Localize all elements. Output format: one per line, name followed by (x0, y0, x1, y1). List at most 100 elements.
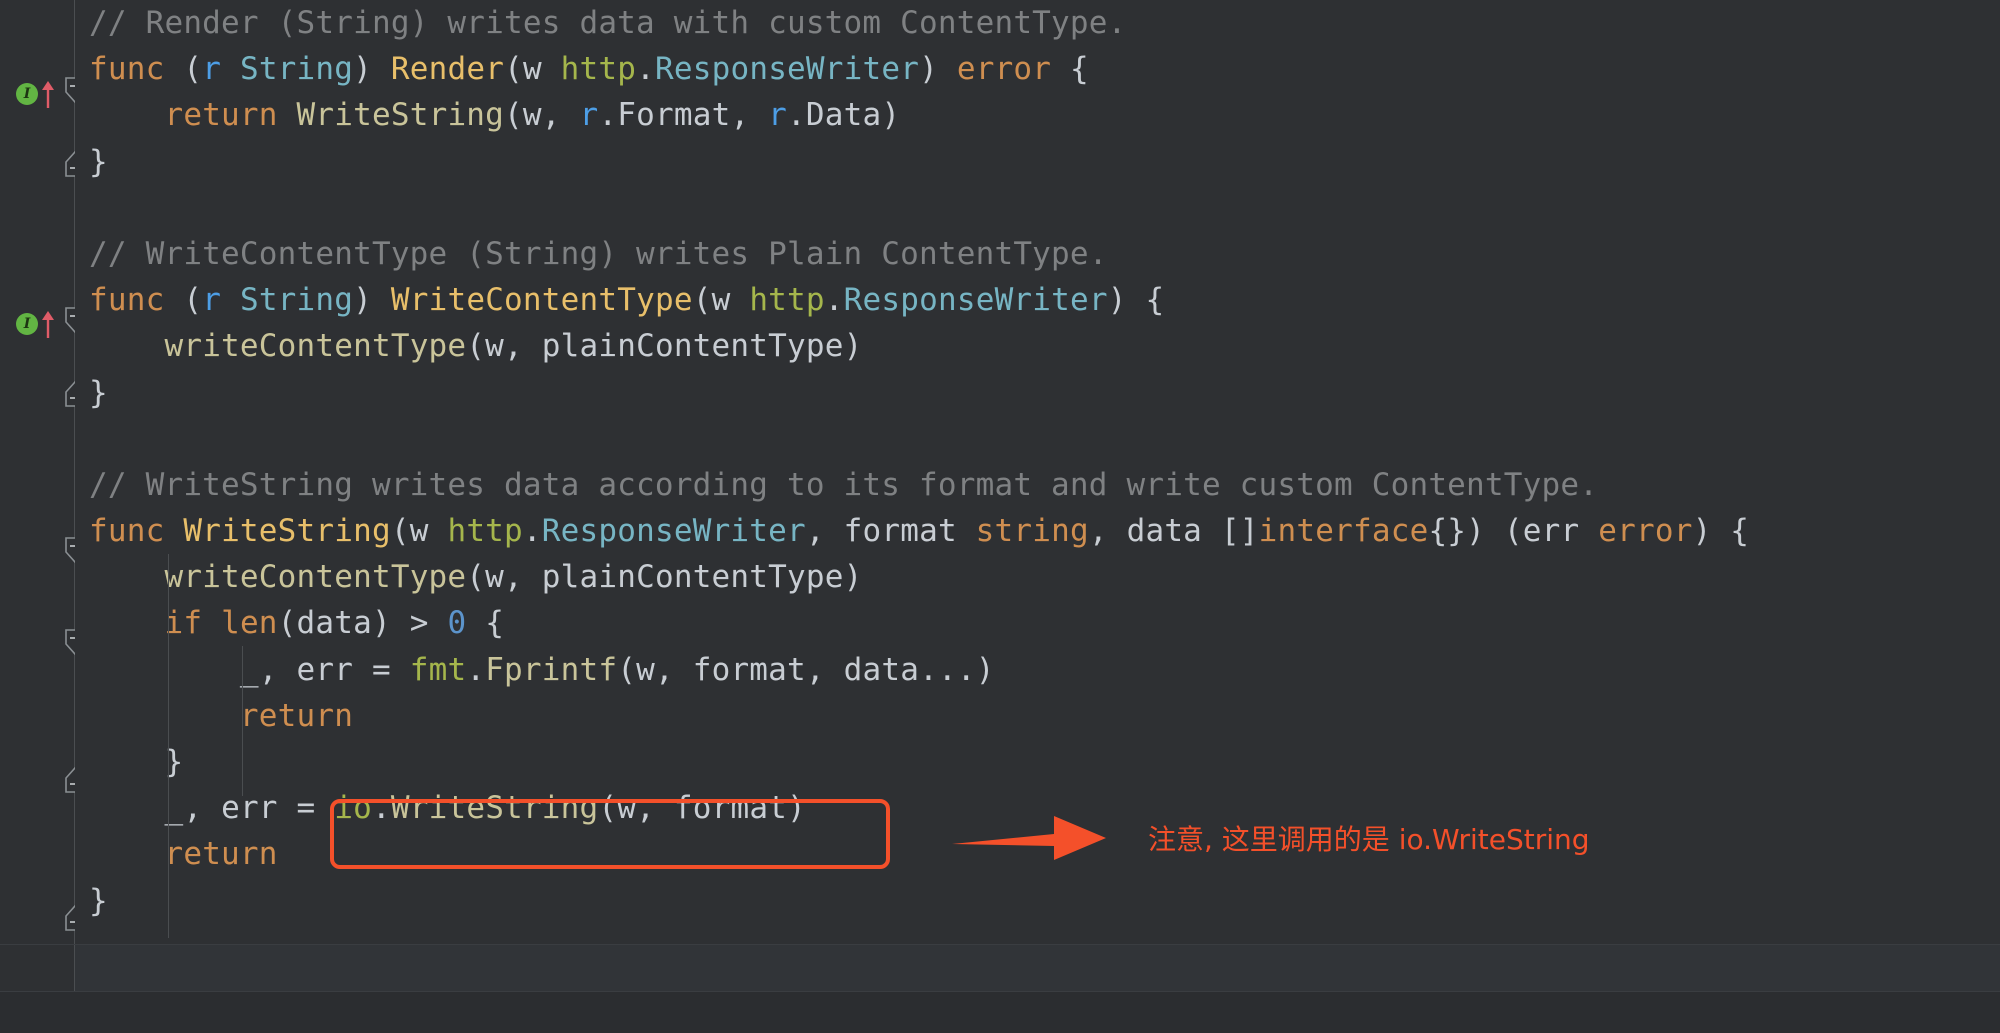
code-token: r (579, 97, 599, 134)
editor-bottom-strip (75, 945, 2000, 991)
code-token: w (617, 790, 637, 827)
code-token: w (485, 328, 505, 365)
code-token: w (636, 651, 655, 688)
indent-guide (168, 554, 169, 938)
code-line[interactable]: func (r String) WriteContentType(w http.… (75, 277, 2000, 323)
code-token: , (183, 790, 222, 827)
implements-icon[interactable]: I (16, 83, 38, 105)
implements-icon[interactable]: I (16, 313, 38, 335)
code-token: // Render (String) writes data with cust… (89, 5, 1127, 41)
code-token: , (1088, 513, 1127, 550)
code-line[interactable]: return WriteString(w, r.Format, r.Data) (75, 92, 2000, 138)
code-token: ) (353, 51, 391, 88)
code-token: } (89, 143, 108, 180)
code-token: ( (466, 559, 486, 596)
code-token: r (202, 51, 222, 88)
code-token: , (730, 97, 769, 134)
code-line[interactable]: func (r String) Render(w http.ResponseWr… (75, 46, 2000, 92)
code-token: w (522, 51, 561, 88)
annotation-arrow-icon (950, 808, 1110, 870)
code-line[interactable]: writeContentType(w, plainContentType) (75, 554, 2000, 600)
code-line[interactable]: // WriteString writes data according to … (75, 462, 2000, 508)
annotation-note-text: 注意, 这里调用的是 io.WriteString (1148, 823, 1590, 856)
code-token: WriteString (183, 513, 391, 550)
code-token: ( (164, 51, 203, 88)
code-token: , (636, 790, 674, 827)
code-token: writeContentType (164, 328, 467, 365)
code-line[interactable]: return (75, 693, 2000, 739)
code-token: // WriteContentType (String) writes Plai… (89, 235, 1108, 272)
code-token: ) (353, 282, 391, 319)
code-token: ( (598, 790, 618, 827)
code-token: http (560, 51, 637, 88)
code-token: {}) ( (1428, 513, 1523, 550)
code-token: { (1051, 51, 1089, 88)
code-token: data (296, 605, 373, 642)
code-token: } (89, 882, 108, 919)
code-token: ( (617, 651, 637, 688)
code-token: func (89, 513, 165, 550)
implements-interface-marker[interactable]: I (16, 308, 66, 338)
editor-status-bar (0, 992, 2000, 1033)
code-token: , (805, 513, 844, 550)
code-token: , (504, 328, 542, 365)
code-line[interactable]: // Render (String) writes data with cust… (75, 0, 2000, 46)
code-token: . (824, 282, 844, 319)
code-token: format (692, 651, 806, 688)
code-line[interactable]: _, err = fmt.Fprintf(w, format, data...) (75, 647, 2000, 693)
code-token: http (749, 282, 825, 319)
code-line[interactable]: } (75, 370, 2000, 416)
code-editor[interactable]: I I // Render (String) writes data with … (0, 0, 2000, 1033)
code-token: err (221, 790, 278, 827)
code-line[interactable]: } (75, 139, 2000, 185)
code-token: r (202, 282, 222, 319)
code-token: WriteContentType (390, 282, 693, 319)
code-token: ) (787, 790, 806, 827)
implements-interface-marker[interactable]: I (16, 78, 66, 108)
code-token: ( (466, 328, 486, 365)
code-line[interactable]: func WriteString(w http.ResponseWriter, … (75, 508, 2000, 554)
code-content-area[interactable]: // Render (String) writes data with cust… (75, 0, 2000, 945)
code-token: w (711, 282, 750, 319)
code-token: func (89, 282, 165, 319)
code-token: err (296, 651, 354, 688)
code-line[interactable]: writeContentType(w, plainContentType) (75, 323, 2000, 369)
code-token: string (975, 513, 1089, 550)
code-line[interactable] (75, 185, 2000, 231)
code-token: ...) (919, 651, 995, 688)
code-token: , (541, 97, 580, 134)
code-token: String (239, 51, 354, 88)
code-token: { (466, 605, 505, 642)
code-token: Render (390, 51, 505, 88)
code-line[interactable]: } (75, 878, 2000, 924)
code-line[interactable]: if len(data) > 0 { (75, 600, 2000, 646)
code-line[interactable]: } (75, 739, 2000, 785)
code-token: ) (843, 328, 863, 365)
code-token: ( (390, 513, 410, 550)
code-token: ) > (372, 605, 448, 642)
code-token: .Data (787, 97, 882, 134)
code-token: . (522, 513, 542, 550)
code-token: ) (881, 97, 901, 134)
code-token: } (89, 374, 108, 411)
code-line[interactable] (75, 416, 2000, 462)
code-line[interactable]: // WriteContentType (String) writes Plai… (75, 231, 2000, 277)
code-token: Fprintf (485, 651, 618, 688)
code-token: func (89, 51, 165, 88)
indent-guide (242, 646, 243, 796)
code-token: ResponseWriter (843, 282, 1108, 319)
code-token: writeContentType (164, 559, 467, 596)
code-token: WriteString (390, 790, 599, 827)
code-token: , (258, 651, 297, 688)
code-token: format (673, 790, 788, 827)
code-token: } (89, 744, 184, 780)
code-token: ( (692, 282, 712, 319)
code-token: ) { (1107, 282, 1165, 319)
code-token: http (447, 513, 523, 550)
